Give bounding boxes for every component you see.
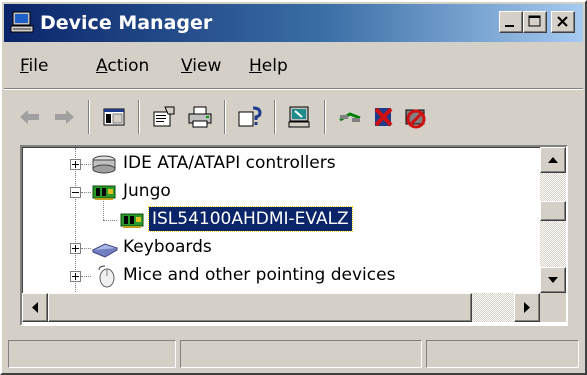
update-driver-icon[interactable] — [336, 104, 364, 130]
device-manager-icon — [10, 11, 34, 33]
maximize-icon — [528, 15, 541, 27]
status-pane — [426, 340, 579, 368]
tree-guide-line — [81, 248, 91, 250]
scroll-left-button[interactable] — [22, 293, 48, 322]
down-arrow-icon — [548, 277, 558, 283]
vertical-scroll-thumb[interactable] — [540, 201, 566, 221]
scroll-up-button[interactable] — [540, 147, 566, 173]
left-arrow-icon — [32, 302, 38, 313]
close-icon — [557, 16, 568, 27]
menu-file[interactable]: File — [20, 56, 48, 76]
scroll-right-button[interactable] — [514, 293, 540, 322]
ide-controller-icon — [92, 155, 116, 174]
menu-action[interactable]: Action — [96, 56, 149, 76]
toolbar-separator — [88, 100, 90, 134]
tree-item-label: ISL54100AHDMI-EVALZ — [148, 206, 353, 232]
forward-arrow-icon[interactable] — [50, 104, 78, 130]
device-tree[interactable]: IDE ATA/ATAPI controllers Jungo ISL54100… — [22, 147, 542, 293]
menu-action-accel: A — [96, 56, 108, 76]
expand-toggle[interactable] — [70, 159, 81, 170]
title-bar[interactable]: Device Manager — [4, 4, 583, 42]
scan-hardware-icon[interactable] — [286, 104, 314, 130]
minimize-icon — [505, 25, 514, 27]
tree-item-selected[interactable]: ISL54100AHDMI-EVALZ — [23, 206, 533, 234]
minimize-button[interactable] — [499, 11, 523, 33]
board-icon — [92, 185, 116, 200]
toolbar-separator — [224, 100, 226, 134]
menu-bar: File Action View Help — [4, 46, 583, 86]
toolbar-separator — [324, 100, 326, 134]
menu-help[interactable]: Help — [249, 56, 288, 76]
toolbar — [4, 92, 583, 142]
tree-item-label: Keyboards — [123, 237, 212, 257]
help-icon[interactable] — [236, 104, 264, 130]
print-icon[interactable] — [186, 104, 214, 130]
toolbar-separator — [274, 100, 276, 134]
tree-guide-line — [81, 276, 91, 278]
menu-view-accel: V — [181, 56, 193, 76]
show-hide-console-tree-icon[interactable] — [100, 104, 128, 130]
tree-item-label: Jungo — [123, 181, 171, 201]
menu-view-label: iew — [192, 56, 222, 76]
scrollbar-corner — [540, 293, 566, 322]
mouse-icon — [98, 265, 115, 288]
status-bar — [4, 336, 583, 372]
horizontal-scrollbar[interactable] — [22, 293, 540, 322]
keyboard-icon — [91, 243, 119, 258]
board-icon — [120, 213, 144, 228]
status-pane — [8, 340, 176, 368]
close-button[interactable] — [551, 11, 575, 33]
device-tree-frame: IDE ATA/ATAPI controllers Jungo ISL54100… — [20, 145, 568, 326]
right-arrow-icon — [524, 302, 530, 313]
device-manager-window: Device Manager File Action View Help IDE… — [0, 0, 587, 375]
up-arrow-icon — [548, 157, 558, 163]
uninstall-icon[interactable] — [370, 104, 398, 130]
toolbar-separator — [138, 100, 140, 134]
expand-toggle[interactable] — [70, 243, 81, 254]
properties-icon[interactable] — [150, 104, 178, 130]
menu-file-accel: F — [20, 56, 29, 76]
menu-help-accel: H — [249, 56, 262, 76]
status-pane — [180, 340, 422, 368]
tree-item[interactable]: IDE ATA/ATAPI controllers — [23, 150, 533, 178]
tree-guide-line — [81, 164, 91, 166]
tree-item-label: Mice and other pointing devices — [123, 265, 396, 285]
menu-toolbar-divider — [4, 88, 583, 90]
menu-help-label: elp — [261, 56, 288, 76]
tree-item[interactable]: Jungo — [23, 178, 533, 206]
menu-file-label: ile — [28, 56, 49, 76]
menu-action-label: ction — [107, 56, 150, 76]
tree-item[interactable]: Mice and other pointing devices — [23, 262, 533, 290]
tree-item-label: IDE ATA/ATAPI controllers — [123, 153, 336, 173]
menu-view[interactable]: View — [181, 56, 221, 76]
back-arrow-icon[interactable] — [16, 104, 44, 130]
tree-guide-line — [81, 192, 91, 194]
vertical-scrollbar[interactable] — [540, 147, 566, 293]
tree-guide-line — [103, 220, 117, 222]
window-title: Device Manager — [40, 12, 213, 34]
collapse-toggle[interactable] — [70, 187, 81, 198]
disable-device-icon[interactable] — [402, 104, 430, 130]
maximize-button[interactable] — [523, 11, 547, 33]
horizontal-scroll-thumb[interactable] — [48, 293, 472, 322]
tree-item[interactable]: Keyboards — [23, 234, 533, 262]
expand-toggle[interactable] — [70, 271, 81, 282]
scroll-down-button[interactable] — [540, 267, 566, 293]
